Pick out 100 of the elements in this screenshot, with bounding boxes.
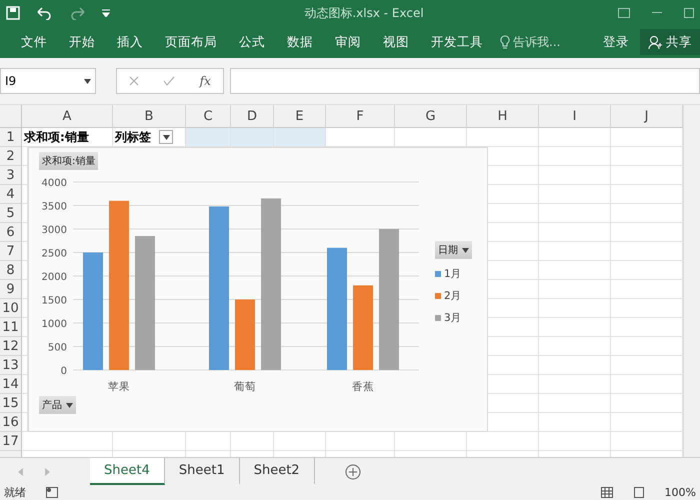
table-cell[interactable]: 求和项:销量: [22, 128, 113, 147]
legend-field-button[interactable]: 日期: [435, 241, 472, 259]
table-cell[interactable]: [488, 204, 539, 223]
table-cell[interactable]: [539, 337, 611, 356]
table-cell[interactable]: [539, 223, 611, 242]
table-cell[interactable]: [113, 432, 186, 451]
column-header[interactable]: E: [274, 105, 326, 128]
table-cell[interactable]: [186, 128, 231, 147]
column-header[interactable]: A: [22, 105, 113, 128]
column-header[interactable]: H: [467, 105, 539, 128]
ribbon-tab[interactable]: 数据: [276, 34, 324, 50]
table-cell[interactable]: [22, 204, 28, 223]
table-cell[interactable]: [488, 375, 539, 394]
ribbon-tab[interactable]: 公式: [228, 34, 276, 50]
cancel-icon[interactable]: [129, 76, 140, 86]
row-header[interactable]: 14: [0, 375, 22, 394]
ribbon-options-icon[interactable]: [618, 8, 630, 18]
table-cell[interactable]: [539, 128, 611, 147]
table-cell[interactable]: [488, 166, 539, 185]
normal-view-icon[interactable]: [600, 487, 613, 498]
table-cell[interactable]: [326, 432, 395, 451]
table-cell[interactable]: [539, 356, 611, 375]
table-cell[interactable]: [611, 432, 683, 451]
page-layout-icon[interactable]: [632, 487, 645, 498]
ribbon-tab[interactable]: 视图: [372, 34, 420, 50]
table-cell[interactable]: [488, 280, 539, 299]
row-header[interactable]: 15: [0, 394, 22, 413]
row-header[interactable]: 12: [0, 337, 22, 356]
table-cell[interactable]: [488, 299, 539, 318]
table-cell[interactable]: [611, 356, 683, 375]
row-header[interactable]: 13: [0, 356, 22, 375]
table-cell[interactable]: [611, 299, 683, 318]
select-all-button[interactable]: [0, 105, 22, 128]
ribbon-tab[interactable]: 审阅: [324, 34, 372, 50]
insert-function-button[interactable]: fx: [200, 74, 211, 88]
table-cell[interactable]: [539, 166, 611, 185]
sheet-tab[interactable]: Sheet4: [90, 458, 165, 485]
zoom-level[interactable]: 100%: [664, 486, 696, 499]
table-cell[interactable]: [488, 185, 539, 204]
table-cell[interactable]: [186, 432, 231, 451]
table-cell[interactable]: [467, 128, 539, 147]
table-cell[interactable]: [488, 223, 539, 242]
ribbon-tab[interactable]: 文件: [10, 34, 58, 50]
table-cell[interactable]: [22, 337, 28, 356]
row-header[interactable]: 7: [0, 242, 22, 261]
name-box[interactable]: I9: [0, 68, 96, 94]
table-cell[interactable]: [539, 147, 611, 166]
axis-field-button[interactable]: 产品: [39, 396, 76, 414]
table-cell[interactable]: [539, 280, 611, 299]
row-header[interactable]: 5: [0, 204, 22, 223]
table-cell[interactable]: [611, 128, 683, 147]
table-cell[interactable]: [611, 413, 683, 432]
table-cell[interactable]: [22, 242, 28, 261]
pivot-chart[interactable]: 求和项:销量 0 500 1000 1500 2000 2500 3000 3500 4000 苹果 葡萄 香蕉 日期 1月 2月 3月 产品: [28, 147, 488, 432]
check-icon[interactable]: [163, 76, 176, 86]
table-cell[interactable]: [488, 261, 539, 280]
table-cell[interactable]: [22, 166, 28, 185]
column-header[interactable]: J: [611, 105, 683, 128]
table-cell[interactable]: [539, 299, 611, 318]
table-cell[interactable]: [539, 394, 611, 413]
table-cell[interactable]: [22, 394, 28, 413]
table-cell[interactable]: [539, 413, 611, 432]
column-header[interactable]: D: [231, 105, 274, 128]
table-cell[interactable]: [395, 432, 467, 451]
table-cell[interactable]: [22, 432, 113, 451]
macro-record-icon[interactable]: [46, 487, 58, 498]
row-header[interactable]: 4: [0, 185, 22, 204]
table-cell[interactable]: [22, 147, 28, 166]
ribbon-tab[interactable]: 页面布局: [154, 34, 228, 50]
table-cell[interactable]: [22, 280, 28, 299]
table-cell[interactable]: [488, 356, 539, 375]
table-cell[interactable]: [488, 242, 539, 261]
table-cell[interactable]: [611, 280, 683, 299]
share-button[interactable]: 共享: [640, 29, 700, 55]
row-header[interactable]: 10: [0, 299, 22, 318]
row-header[interactable]: 11: [0, 318, 22, 337]
customize-icon[interactable]: [102, 9, 110, 17]
minimize-icon[interactable]: [652, 12, 662, 14]
ribbon-tab[interactable]: 开始: [58, 34, 106, 50]
table-cell[interactable]: [539, 204, 611, 223]
column-header[interactable]: I: [539, 105, 611, 128]
table-cell[interactable]: [611, 394, 683, 413]
table-cell[interactable]: [22, 223, 28, 242]
table-cell[interactable]: [274, 128, 326, 147]
table-cell[interactable]: [467, 432, 539, 451]
ribbon-tab[interactable]: 插入: [106, 34, 154, 50]
sign-in-button[interactable]: 登录: [592, 34, 640, 50]
row-header[interactable]: 1: [0, 128, 22, 147]
table-cell[interactable]: [539, 185, 611, 204]
column-header[interactable]: F: [326, 105, 395, 128]
save-icon[interactable]: [6, 6, 20, 20]
table-cell[interactable]: [326, 128, 395, 147]
table-cell[interactable]: [22, 356, 28, 375]
value-field-button[interactable]: 求和项:销量: [39, 152, 98, 170]
maximize-icon[interactable]: [684, 8, 694, 18]
table-cell[interactable]: [488, 337, 539, 356]
table-cell[interactable]: 列标签: [113, 128, 186, 147]
table-cell[interactable]: [611, 204, 683, 223]
scrollbar[interactable]: [683, 105, 700, 457]
row-header[interactable]: 17: [0, 432, 22, 451]
